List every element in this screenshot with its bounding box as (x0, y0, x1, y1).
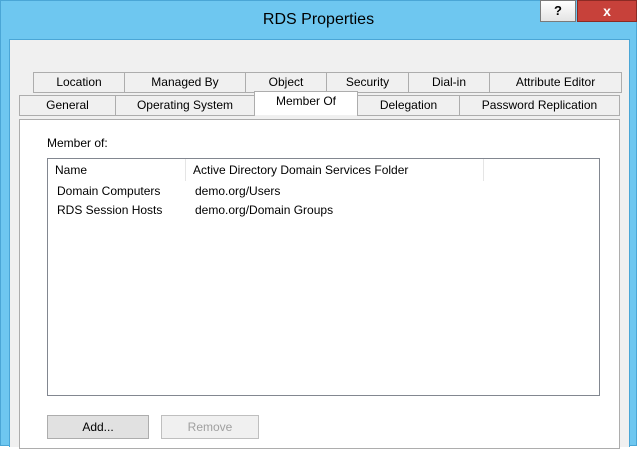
close-button[interactable]: x (577, 0, 637, 22)
tab-general[interactable]: General (19, 95, 116, 116)
list-item-folder: demo.org/Domain Groups (195, 203, 334, 217)
tab-object[interactable]: Object (245, 72, 327, 93)
column-header-name[interactable]: Name (48, 159, 186, 181)
list-item-name: Domain Computers (57, 184, 161, 198)
tab-password-replication[interactable]: Password Replication (459, 95, 620, 116)
tab-security[interactable]: Security (326, 72, 409, 93)
tab-member-of[interactable]: Member Of (254, 91, 358, 115)
member-of-list[interactable]: Name Active Directory Domain Services Fo… (47, 158, 600, 396)
title-bar[interactable]: RDS Properties ? x (1, 0, 637, 39)
tab-managed-by[interactable]: Managed By (124, 72, 246, 93)
add-button[interactable]: Add... (47, 415, 149, 439)
tab-attribute-editor[interactable]: Attribute Editor (489, 72, 622, 93)
column-header-folder[interactable]: Active Directory Domain Services Folder (186, 159, 484, 181)
tab-dial-in[interactable]: Dial-in (408, 72, 490, 93)
help-button[interactable]: ? (540, 0, 576, 22)
remove-button[interactable]: Remove (161, 415, 259, 439)
tab-delegation[interactable]: Delegation (357, 95, 460, 116)
member-of-label: Member of: (47, 136, 108, 150)
list-item[interactable]: RDS Session Hosts demo.org/Domain Groups (48, 201, 599, 220)
list-item-name: RDS Session Hosts (57, 203, 163, 217)
tab-operating-system[interactable]: Operating System (115, 95, 255, 116)
properties-dialog: RDS Properties ? x Location Managed By O… (0, 0, 637, 449)
list-item[interactable]: Domain Computers demo.org/Users (48, 182, 599, 201)
tab-location[interactable]: Location (33, 72, 125, 93)
list-item-folder: demo.org/Users (195, 184, 281, 198)
